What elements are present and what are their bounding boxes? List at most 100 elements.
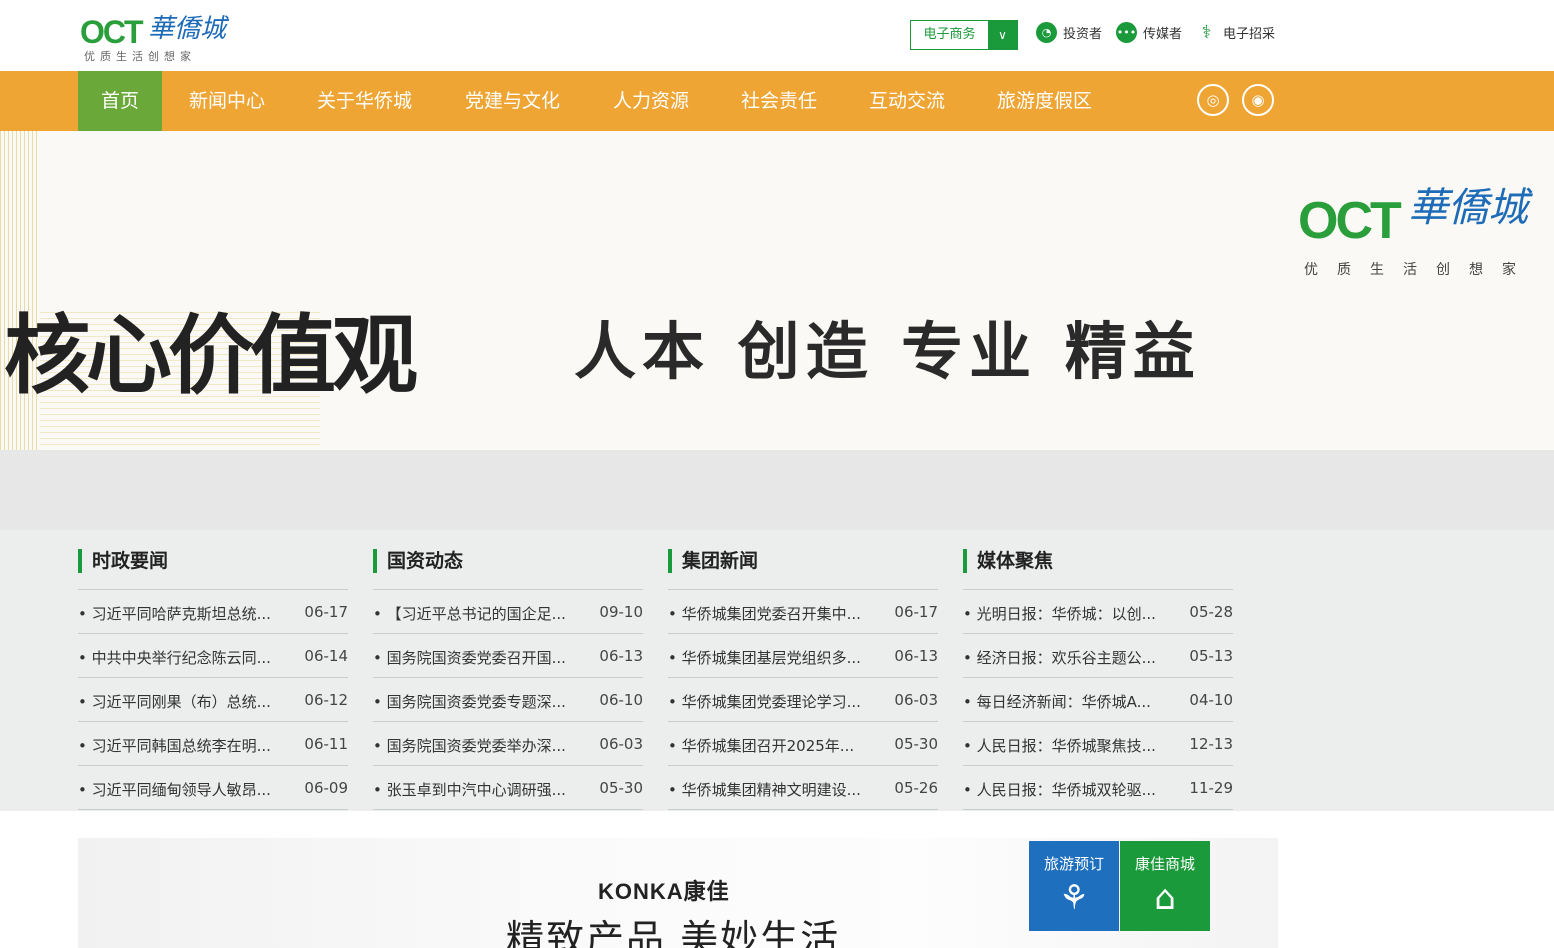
news-row[interactable]: • 【习近平总书记的国企足... 09-10 xyxy=(373,590,643,634)
konka-mall-tile[interactable]: 康佳商城 ⌂ xyxy=(1120,841,1210,931)
news-date: 06-13 xyxy=(599,647,643,665)
konka-logo: KONKA康佳 xyxy=(598,879,730,904)
news-row[interactable]: • 华侨城集团精神文明建设... 05-26 xyxy=(668,766,938,810)
banner-logo-cn: 華僑城 xyxy=(1408,185,1528,231)
news-row[interactable]: • 习近平同缅甸领导人敏昂... 06-09 xyxy=(78,766,348,810)
news-date: 09-10 xyxy=(599,603,643,621)
konka-mall-label: 康佳商城 xyxy=(1134,855,1195,873)
news-row[interactable]: • 光明日报：华侨城：以创... 05-28 xyxy=(963,590,1233,634)
news-date: 06-10 xyxy=(599,691,643,709)
ecommerce-label: 电子商务 xyxy=(923,27,976,42)
page: OCT 華僑城 优质生活创想家 电子商务 ∨ ◔ 投资者 ••• 传媒者 ⚕ 电… xyxy=(0,0,1554,948)
news-title: • 光明日报：华侨城：以创... xyxy=(963,605,1156,623)
news-row[interactable]: • 中共中央举行纪念陈云同... 06-14 xyxy=(78,634,348,678)
travel-booking-tile[interactable]: 旅游预订 ⚘ xyxy=(1029,841,1119,931)
column-title[interactable]: 媒体聚焦 xyxy=(963,549,1053,573)
konka-slogan: 精致产品 美妙生活 xyxy=(506,917,841,948)
column-title[interactable]: 时政要闻 xyxy=(78,549,168,573)
banner-values: 人本 创造 专业 精益 xyxy=(574,315,1201,388)
news-title: • 华侨城集团党委理论学习... xyxy=(668,693,861,711)
travel-booking-label: 旅游预订 xyxy=(1043,855,1104,873)
investor-icon: ◔ xyxy=(1036,22,1057,43)
top-header: OCT 華僑城 优质生活创想家 电子商务 ∨ ◔ 投资者 ••• 传媒者 ⚕ 电… xyxy=(0,0,1554,71)
investor-label: 投资者 xyxy=(1063,27,1103,42)
news-row[interactable]: • 国务院国资委党委举办深... 06-03 xyxy=(373,722,643,766)
news-title: • 每日经济新闻：华侨城A... xyxy=(963,693,1151,711)
news-title: • 习近平同哈萨克斯坦总统... xyxy=(78,605,271,623)
wechat-icon[interactable]: ◉ xyxy=(1242,84,1274,116)
news-row[interactable]: • 国务院国资委党委专题深... 06-10 xyxy=(373,678,643,722)
news-title: • 人民日报：华侨城双轮驱... xyxy=(963,781,1156,799)
logo-slogan: 优质生活创想家 xyxy=(84,50,196,63)
nav-item-party[interactable]: 党建与文化 xyxy=(465,71,560,131)
news-title: • 华侨城集团召开2025年... xyxy=(668,737,855,755)
news-row[interactable]: • 张玉卓到中汽中心调研强... 05-30 xyxy=(373,766,643,810)
news-title: • 华侨城集团精神文明建设... xyxy=(668,781,861,799)
ecommerce-dropdown[interactable]: 电子商务 ∨ xyxy=(910,20,1018,50)
media-icon: ••• xyxy=(1116,22,1138,43)
investor-link[interactable]: ◔ 投资者 xyxy=(1036,22,1102,43)
news-date: 11-29 xyxy=(1189,779,1233,797)
news-date: 06-17 xyxy=(894,603,938,621)
news-row[interactable]: • 每日经济新闻：华侨城A... 04-10 xyxy=(963,678,1233,722)
column-title[interactable]: 国资动态 xyxy=(373,549,463,573)
procurement-icon: ⚕ xyxy=(1201,22,1212,43)
logo-oct-text: OCT xyxy=(80,14,144,50)
nav-item-hr[interactable]: 人力资源 xyxy=(613,71,689,131)
news-row[interactable]: • 经济日报：欢乐谷主题公... 05-13 xyxy=(963,634,1233,678)
news-row[interactable]: • 习近平同哈萨克斯坦总统... 06-17 xyxy=(78,590,348,634)
news-date: 05-13 xyxy=(1189,647,1233,665)
media-label: 传媒者 xyxy=(1143,27,1183,42)
news-date: 04-10 xyxy=(1189,691,1233,709)
news-title: • 中共中央举行纪念陈云同... xyxy=(78,649,271,667)
news-date: 06-09 xyxy=(304,779,348,797)
news-row[interactable]: • 华侨城集团召开2025年... 05-30 xyxy=(668,722,938,766)
shop-icon: ⌂ xyxy=(1154,878,1176,918)
news-row[interactable]: • 人民日报：华侨城聚焦技... 12-13 xyxy=(963,722,1233,766)
top-links: ◔ 投资者 ••• 传媒者 ⚕ 电子招采 xyxy=(1036,22,1275,43)
news-title: • 经济日报：欢乐谷主题公... xyxy=(963,649,1156,667)
news-row[interactable]: • 人民日报：华侨城双轮驱... 11-29 xyxy=(963,766,1233,810)
main-nav: 首页 新闻中心 关于华侨城 党建与文化 人力资源 社会责任 互动交流 旅游度假区… xyxy=(0,71,1554,131)
nav-item-home[interactable]: 首页 xyxy=(78,71,163,131)
banner-logo-slogan: 优质生活创想家 xyxy=(1304,262,1535,278)
nav-item-interact[interactable]: 互动交流 xyxy=(869,71,945,131)
news-row[interactable]: • 华侨城集团党委召开集中... 06-17 xyxy=(668,590,938,634)
news-title: • 华侨城集团基层党组织多... xyxy=(668,649,861,667)
news-title: • 国务院国资委党委专题深... xyxy=(373,693,566,711)
news-date: 06-03 xyxy=(599,735,643,753)
news-row[interactable]: • 国务院国资委党委召开国... 06-13 xyxy=(373,634,643,678)
column-title[interactable]: 集团新闻 xyxy=(668,549,758,573)
island-icon: ⚘ xyxy=(1058,878,1090,918)
banner-title: 核心价值观 xyxy=(4,305,418,406)
chevron-down-icon[interactable]: ∨ xyxy=(988,21,1017,49)
news-title: • 习近平同缅甸领导人敏昂... xyxy=(78,781,271,799)
news-row[interactable]: • 习近平同刚果（布）总统... 06-12 xyxy=(78,678,348,722)
news-title: • 国务院国资委党委举办深... xyxy=(373,737,566,755)
nav-item-resort[interactable]: 旅游度假区 xyxy=(997,71,1092,131)
news-date: 05-30 xyxy=(599,779,643,797)
news-date: 12-13 xyxy=(1189,735,1233,753)
banner-bottom-stripe xyxy=(0,450,1554,530)
procurement-link[interactable]: ⚕ 电子招采 xyxy=(1196,22,1275,43)
news-row[interactable]: • 华侨城集团基层党组织多... 06-13 xyxy=(668,634,938,678)
site-logo[interactable]: OCT 華僑城 优质生活创想家 xyxy=(80,6,230,64)
news-row[interactable]: • 习近平同韩国总统李在明... 06-11 xyxy=(78,722,348,766)
media-link[interactable]: ••• 传媒者 xyxy=(1116,22,1182,43)
news-title: • 张玉卓到中汽中心调研强... xyxy=(373,781,566,799)
news-row[interactable]: • 华侨城集团党委理论学习... 06-03 xyxy=(668,678,938,722)
news-title: • 习近平同刚果（布）总统... xyxy=(78,693,271,711)
nav-item-csr[interactable]: 社会责任 xyxy=(741,71,817,131)
nav-item-news[interactable]: 新闻中心 xyxy=(189,71,265,131)
news-section: 时政要闻 • 习近平同哈萨克斯坦总统... 06-17 • 中共中央举行纪念陈云同… xyxy=(0,530,1554,811)
nav-item-about[interactable]: 关于华侨城 xyxy=(317,71,412,131)
weibo-icon[interactable]: ◎ xyxy=(1197,84,1229,116)
news-title: • 华侨城集团党委召开集中... xyxy=(668,605,861,623)
procurement-label: 电子招采 xyxy=(1223,27,1276,42)
hero-banner[interactable]: OCT 華僑城 优质生活创想家 核心价值观 人本 创造 专业 精益 xyxy=(0,131,1554,530)
news-date: 06-14 xyxy=(304,647,348,665)
news-title: • 国务院国资委党委召开国... xyxy=(373,649,566,667)
news-date: 06-11 xyxy=(304,735,348,753)
news-title: • 人民日报：华侨城聚焦技... xyxy=(963,737,1156,755)
news-date: 05-28 xyxy=(1189,603,1233,621)
